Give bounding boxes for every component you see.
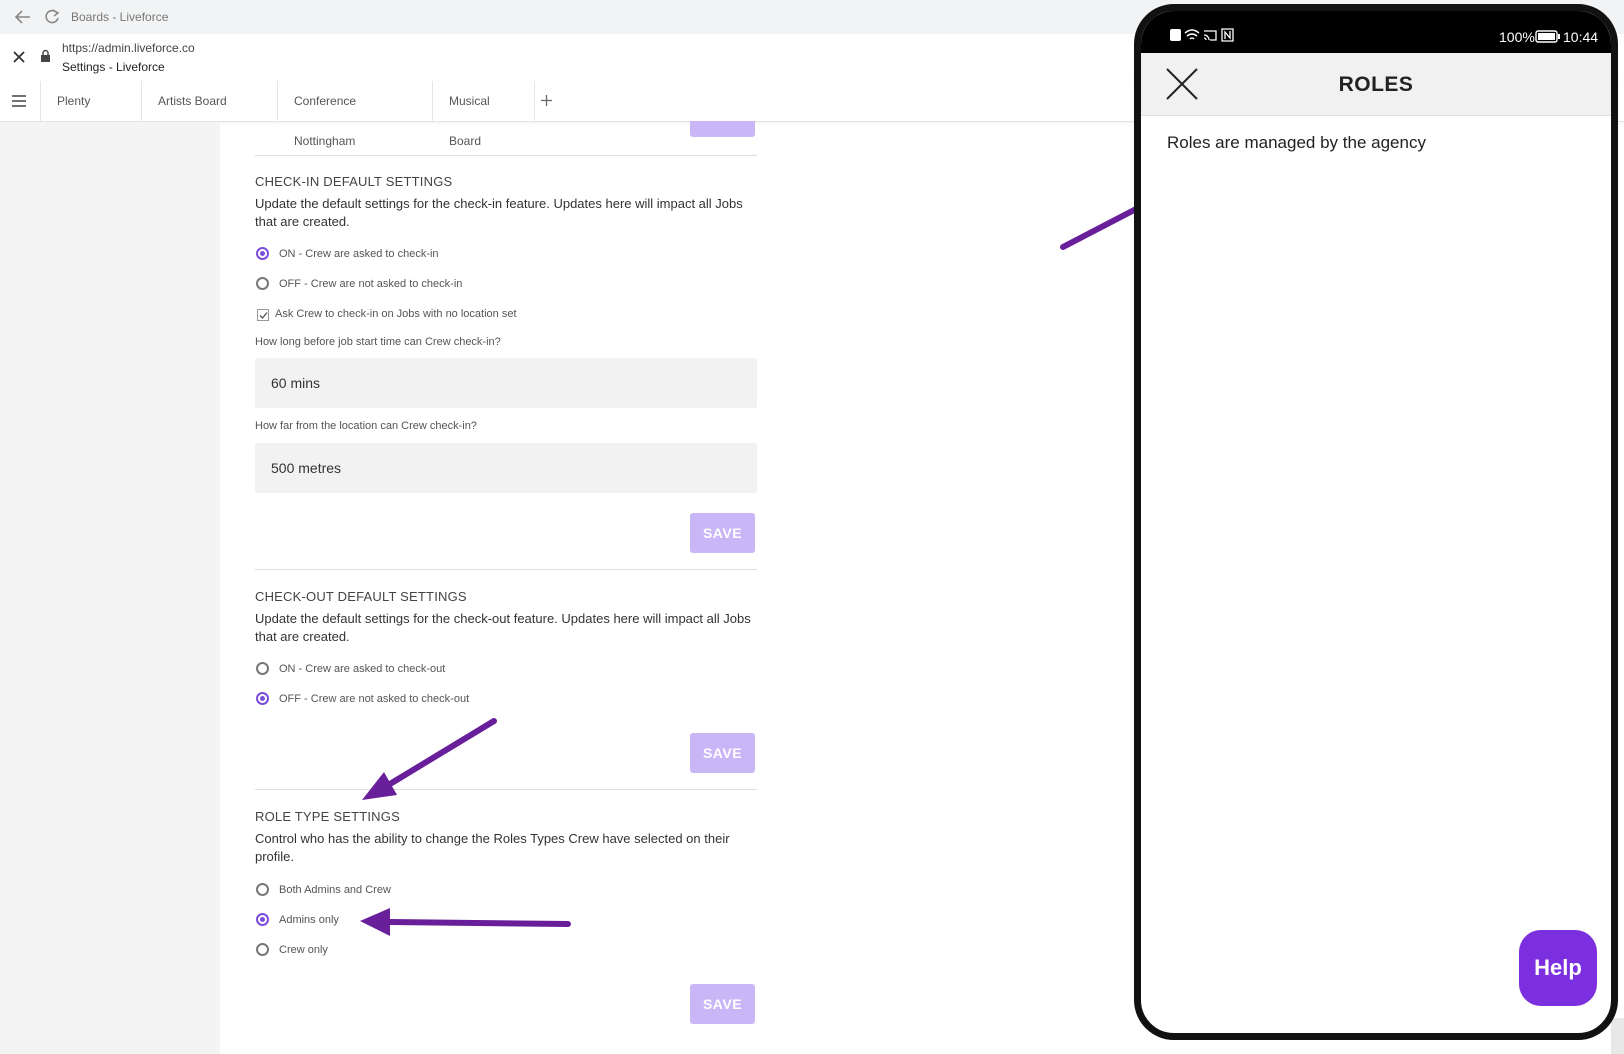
notification-icon bbox=[1170, 29, 1181, 41]
help-button[interactable]: Help bbox=[1519, 930, 1597, 1006]
phone-status-bar: 100% 10:44 bbox=[1141, 11, 1611, 53]
phone-clock: 10:44 bbox=[1563, 29, 1599, 45]
phone-battery-percent: 100% bbox=[1499, 29, 1535, 45]
page-scrollbar[interactable] bbox=[1611, 1018, 1624, 1054]
phone-header-title: ROLES bbox=[1338, 73, 1414, 96]
nfc-icon bbox=[1221, 28, 1234, 42]
cast-icon bbox=[1203, 30, 1217, 41]
annotation-arrow-roletype-section bbox=[362, 718, 497, 800]
annotation-arrow-admins-only bbox=[360, 908, 571, 936]
phone-header: ROLES bbox=[1141, 53, 1611, 116]
roles-message: Roles are managed by the agency bbox=[1167, 133, 1426, 152]
status-icons bbox=[1170, 28, 1234, 42]
wifi-icon bbox=[1184, 29, 1200, 40]
battery-icon bbox=[1535, 30, 1560, 43]
phone-mockup: 100% 10:44 ROLES Roles are managed by th… bbox=[1134, 4, 1618, 1040]
